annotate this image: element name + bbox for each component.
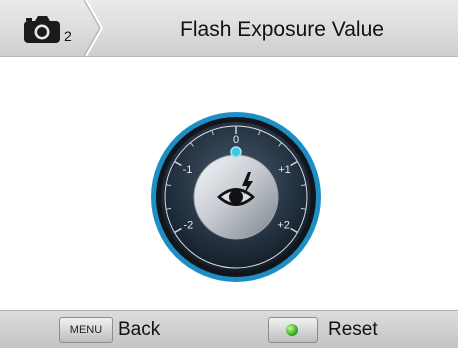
camera-menu-index: 2 <box>64 28 72 44</box>
header-bar: 2 Flash Exposure Value <box>0 0 458 57</box>
reset-label: Reset <box>328 318 378 340</box>
footer-bar: MENU Back Reset <box>0 310 458 348</box>
flash-exposure-dial[interactable]: -2 -1 0 +1 +2 <box>149 110 323 284</box>
ok-button-icon <box>286 323 298 336</box>
reset-button[interactable]: Reset <box>268 311 378 348</box>
dial-label: 0 <box>233 134 239 146</box>
dial-label: +2 <box>277 220 290 232</box>
page-title: Flash Exposure Value <box>180 18 384 41</box>
menu-key[interactable]: MENU <box>59 316 113 343</box>
ok-key[interactable] <box>268 316 318 343</box>
back-label: Back <box>118 318 161 340</box>
dial-value-indicator <box>230 146 242 158</box>
tab-divider <box>84 0 104 56</box>
dial-label: +1 <box>278 164 291 176</box>
back-button[interactable]: MENU Back <box>59 311 160 348</box>
dial-label: -1 <box>183 164 193 176</box>
flash-exposure-screen: 2 Flash Exposure Value -2 -1 0 +1 +2 MEN… <box>0 0 458 348</box>
dial-label: -2 <box>183 220 193 232</box>
camera-icon <box>24 16 60 43</box>
